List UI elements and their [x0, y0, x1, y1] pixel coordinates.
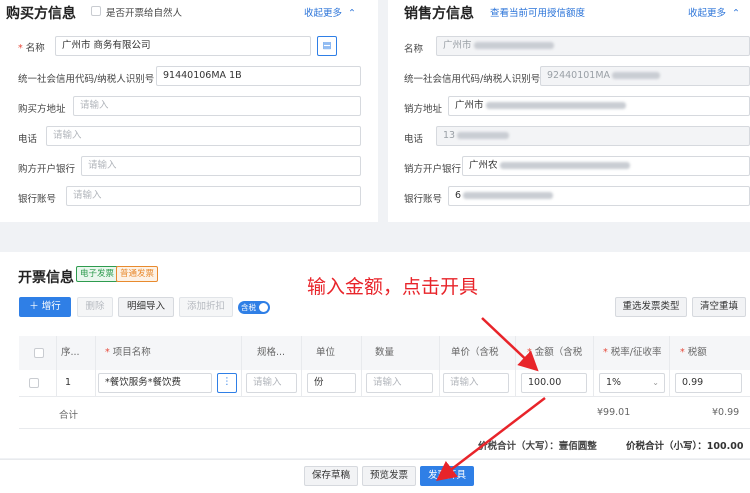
col-item-name: * 项目名称 [105, 347, 151, 358]
list-icon: ▤ [322, 40, 332, 51]
tax-rate-select[interactable]: 1% ⌄ [599, 373, 665, 393]
seller-card: 销售方信息 查看当前可用授信额度 收起更多 ⌃ 名称 广州市 统一社会信用代码/… [388, 0, 750, 222]
buyer-bank-label: 购方开户银行 [18, 164, 76, 175]
delete-button[interactable]: 删除 [77, 297, 113, 317]
table-row: 1 *餐饮服务*餐饮费 ⋮ 请输入 份 请输入 请输入 100.00 1% ⌄ … [19, 370, 750, 396]
seller-account-input[interactable]: 6 [448, 186, 750, 206]
chevron-down-icon: ⌄ [652, 378, 659, 387]
buyer-name-input[interactable]: 广州市 商务有限公司 [55, 36, 311, 56]
credit-link[interactable]: 查看当前可用授信额度 [490, 5, 585, 19]
col-tax-rate: * 税率/征收率 [603, 347, 662, 358]
seller-name-input: 广州市 [436, 36, 750, 56]
tax-input[interactable]: 0.99 [675, 373, 742, 393]
buyer-collapse-label: 收起更多 [304, 8, 343, 19]
buyer-address-input[interactable]: 请输入 [73, 96, 361, 116]
col-tax: * 税额 [680, 347, 707, 358]
natural-person-label: 是否开票给自然人 [106, 8, 183, 19]
col-price: 单价（含税 [451, 347, 499, 358]
seller-taxid-label: 统一社会信用代码/纳税人识别号 [404, 74, 541, 85]
table-header: 序... * 项目名称 规格... 单位 数量 单价（含税 * 金额（含税 * 税率/… [19, 336, 750, 370]
amount-input[interactable]: 100.00 [521, 373, 587, 393]
invoice-title: 开票信息 [18, 270, 74, 286]
seller-collapse-label: 收起更多 [688, 8, 727, 19]
buyer-card: 购买方信息 是否开票给自然人 收起更多 ⌃ * 名称 广州市 商务有限公司 ▤ 统… [0, 0, 378, 222]
seller-address-label: 销方地址 [404, 104, 443, 115]
col-qty: 数量 [375, 347, 395, 358]
buyer-bank-input[interactable]: 请输入 [81, 156, 361, 176]
save-draft-button[interactable]: 保存草稿 [304, 466, 358, 486]
more-icon: ⋮ [222, 376, 232, 387]
col-unit: 单位 [316, 347, 336, 358]
chevron-up-icon: ⌃ [348, 8, 357, 19]
seller-name-label: 名称 [404, 44, 424, 55]
item-more-button[interactable]: ⋮ [217, 373, 237, 393]
seller-taxid-input: 92440101MA [540, 66, 750, 86]
invoice-card: 开票信息 电子发票 普通发票 输入金额，点击开具 ＋ 增行 删除 明细导入 添加… [0, 252, 750, 458]
qty-input[interactable]: 请输入 [366, 373, 433, 393]
seller-collapse-link[interactable]: 收起更多 ⌃ [688, 5, 740, 19]
buyer-account-input[interactable]: 请输入 [66, 186, 361, 206]
row-checkbox[interactable] [29, 378, 39, 388]
col-spec: 规格... [257, 347, 286, 358]
total-tax: ¥0.99 [712, 407, 740, 418]
buyer-taxid-label: 统一社会信用代码/纳税人识别号 [18, 74, 155, 85]
seller-address-input[interactable]: 广州市 [448, 96, 750, 116]
price-input[interactable]: 请输入 [443, 373, 509, 393]
clear-button[interactable]: 清空重填 [692, 297, 746, 317]
buyer-account-label: 银行账号 [18, 194, 57, 205]
reselect-type-button[interactable]: 重选发票类型 [615, 297, 687, 317]
total-amount: ¥99.01 [597, 407, 631, 418]
seller-phone-label: 电话 [404, 134, 424, 145]
natural-person-checkbox[interactable] [91, 6, 101, 16]
tag-normal: 普通发票 [116, 266, 159, 282]
tag-electronic: 电子发票 [76, 266, 119, 282]
import-detail-button[interactable]: 明细导入 [118, 297, 174, 317]
total-upper: 价税合计（大写）：壹佰圆整 [478, 441, 597, 452]
annotation-text: 输入金额，点击开具 [307, 276, 479, 298]
spec-input[interactable]: 请输入 [246, 373, 297, 393]
buyer-phone-input[interactable]: 请输入 [46, 126, 361, 146]
select-all-checkbox[interactable] [34, 348, 44, 358]
add-row-button[interactable]: ＋ 增行 [19, 297, 71, 317]
issue-invoice-button[interactable]: 发票开具 [420, 466, 474, 486]
invoice-table: 序... * 项目名称 规格... 单位 数量 单价（含税 * 金额（含税 * 税率/… [19, 336, 750, 429]
toggle-knob [259, 303, 268, 312]
buyer-taxid-input[interactable]: 91440106MA 1B [156, 66, 361, 86]
add-discount-button[interactable]: 添加折扣 [179, 297, 233, 317]
total-lower: 价税合计（小写）：100.00 [626, 441, 744, 452]
seller-title: 销售方信息 [404, 6, 474, 22]
chevron-up-icon: ⌃ [732, 8, 741, 19]
buyer-collapse-link[interactable]: 收起更多 ⌃ [304, 5, 356, 19]
buyer-select-button[interactable]: ▤ [317, 36, 337, 56]
unit-input[interactable]: 份 [307, 373, 356, 393]
col-amount: * 金额（含税 [527, 347, 583, 358]
buyer-address-label: 购买方地址 [18, 104, 66, 115]
buyer-phone-label: 电话 [18, 134, 38, 145]
seller-phone-input: 13 [436, 126, 750, 146]
buyer-name-label: * 名称 [18, 43, 45, 54]
row-index: 1 [65, 377, 72, 388]
col-index: 序... [61, 347, 80, 358]
tax-inclusive-toggle[interactable]: 含税 [238, 301, 270, 314]
seller-bank-label: 销方开户银行 [404, 164, 462, 175]
total-label: 合计 [59, 410, 79, 421]
seller-account-label: 银行账号 [404, 194, 443, 205]
preview-button[interactable]: 预览发票 [362, 466, 416, 486]
tax-inclusive-label: 含税 [241, 303, 256, 312]
buyer-title: 购买方信息 [6, 6, 76, 22]
item-name-input[interactable]: *餐饮服务*餐饮费 [98, 373, 212, 393]
seller-bank-input[interactable]: 广州农 [462, 156, 750, 176]
